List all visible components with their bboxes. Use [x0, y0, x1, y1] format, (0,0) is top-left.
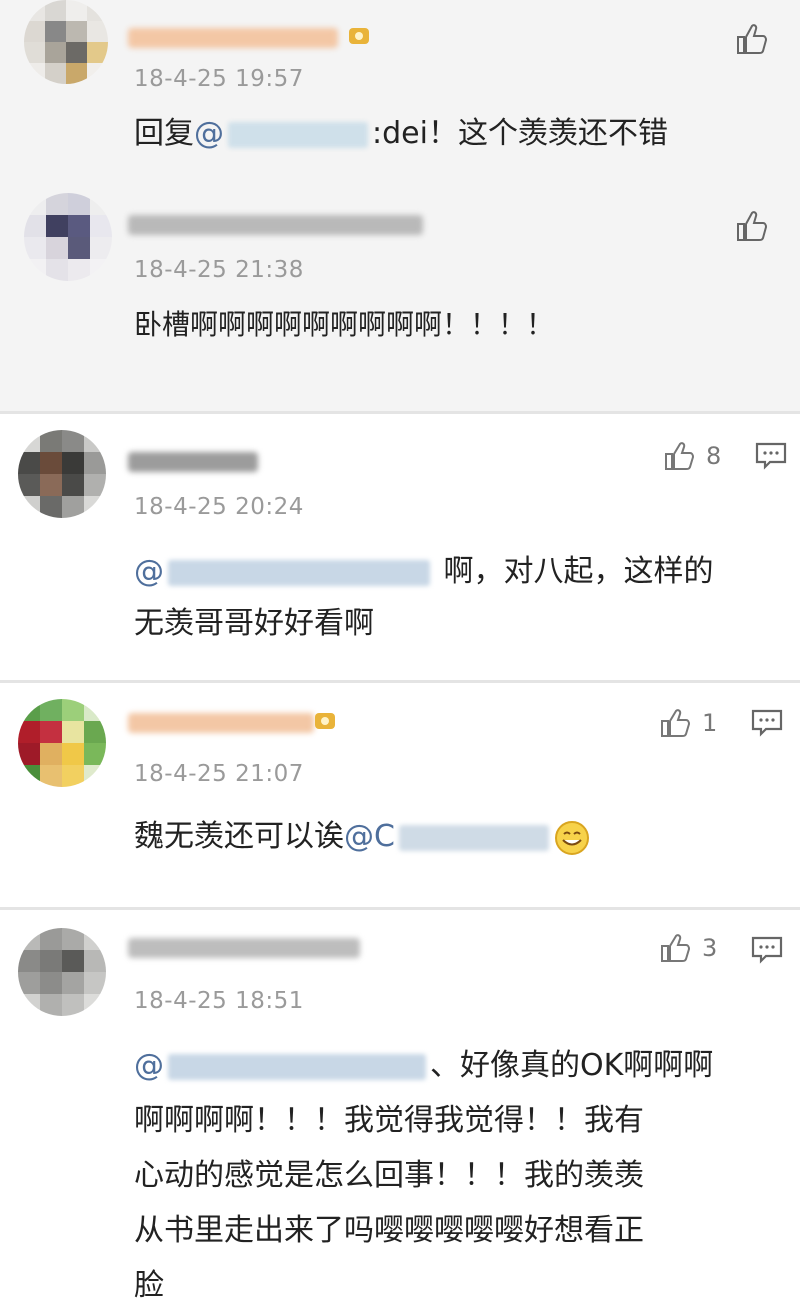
comment-text: @ 、好像真的OK啊啊啊 啊啊啊啊！！！我觉得我觉得！！我有 心动的感觉是怎么回事…: [134, 1048, 714, 1303]
username-blurred[interactable]: [128, 28, 338, 48]
comment-text: @ 啊，对八起，这样的 无羡哥哥好好看啊: [134, 554, 714, 641]
username-blurred[interactable]: [128, 452, 258, 472]
crown-badge-icon: [349, 28, 369, 44]
avatar[interactable]: [18, 928, 106, 1016]
like-count: 3: [702, 934, 718, 962]
avatar[interactable]: [18, 699, 106, 787]
mention-blurred[interactable]: [168, 559, 430, 586]
mention-blurred[interactable]: [168, 1053, 426, 1080]
thumbs-up-icon: [661, 934, 691, 962]
like-button[interactable]: 8: [662, 440, 721, 472]
mention-blurred[interactable]: [398, 824, 549, 851]
comment-bubble-icon[interactable]: [754, 440, 788, 472]
comment-time: 18-4-25 20:24: [134, 494, 304, 520]
comment-reply-2: 18-4-25 21:38 卧槽啊啊啊啊啊啊啊啊啊！！！！: [0, 185, 800, 411]
comment-time: 18-4-25 19:57: [134, 66, 304, 92]
comment-reply-1: 18-4-25 19:57 回复@:dei！这个羡羡还不错: [0, 0, 800, 185]
like-count: 8: [706, 442, 722, 470]
like-count: 1: [702, 709, 718, 737]
avatar[interactable]: [24, 0, 108, 84]
mention-blurred[interactable]: [228, 121, 368, 148]
comment-text: 回复@:dei！这个羡羡还不错: [134, 116, 668, 151]
comment-time: 18-4-25 18:51: [134, 988, 304, 1014]
comment-text: 魏无羡还可以诶@C: [134, 811, 591, 863]
comment-4: 1 18-4-25 21:07 魏无羡还可以诶@C: [0, 683, 800, 907]
like-button[interactable]: 3: [658, 932, 717, 964]
comment-text: 卧槽啊啊啊啊啊啊啊啊啊！！！！: [134, 308, 555, 341]
avatar[interactable]: [24, 193, 112, 281]
comment-bubble-icon[interactable]: [750, 707, 784, 739]
comment-3: 8 18-4-25 20:24 @ 啊，对八起，这样的 无羡哥哥好好看啊: [0, 414, 800, 680]
like-button[interactable]: 1: [658, 707, 717, 739]
thumbs-up-icon: [665, 442, 695, 470]
thumbs-up-icon: [661, 709, 691, 737]
username-blurred[interactable]: [128, 713, 314, 733]
comment-time: 18-4-25 21:07: [134, 761, 304, 787]
thumbs-up-icon[interactable]: [734, 22, 770, 56]
crown-badge-icon: [315, 713, 335, 729]
comment-time: 18-4-25 21:38: [134, 257, 304, 283]
thumbs-up-icon[interactable]: [734, 209, 770, 243]
comment-bubble-icon[interactable]: [750, 934, 784, 966]
avatar[interactable]: [18, 430, 106, 518]
username-blurred[interactable]: [128, 215, 423, 235]
comment-5: 3 18-4-25 18:51 @ 、好像真的OK啊啊啊 啊啊啊啊！！！我觉得我觉…: [0, 910, 800, 1303]
username-blurred[interactable]: [128, 938, 360, 958]
smiley-emoji-icon: [554, 820, 589, 855]
